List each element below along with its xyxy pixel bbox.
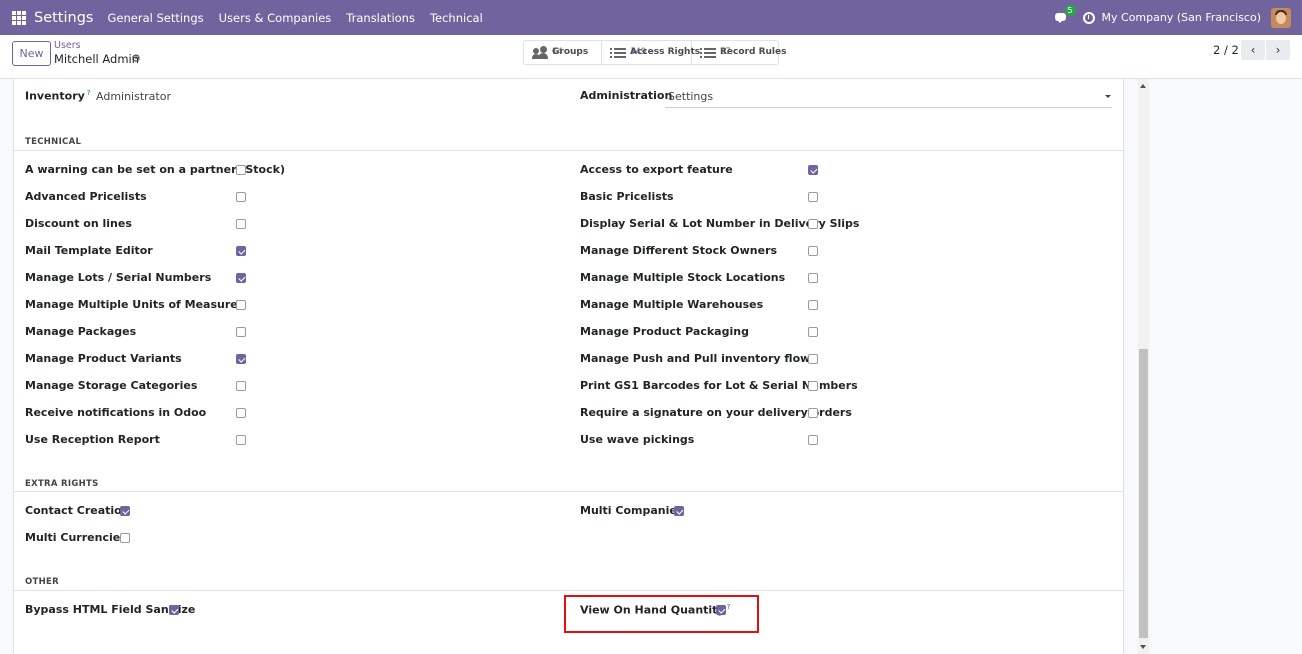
technical-option-checkbox[interactable] <box>236 219 246 229</box>
apps-menu-icon[interactable] <box>12 10 26 25</box>
new-button[interactable]: New <box>12 41 51 66</box>
technical-option-label: Discount on lines <box>25 217 132 230</box>
company-switcher[interactable]: My Company (San Francisco) <box>1102 11 1261 24</box>
smart-buttons: Groups 14 Access Rights 349 Record Rules… <box>523 40 786 65</box>
technical-option-label: Manage Product Variants <box>25 352 182 365</box>
technical-option-checkbox[interactable] <box>236 192 246 202</box>
technical-option-checkbox[interactable] <box>808 354 818 364</box>
messages-badge: 5 <box>1064 4 1076 16</box>
technical-option-checkbox[interactable] <box>808 273 818 283</box>
technical-option-checkbox[interactable] <box>236 354 246 364</box>
help-tooltip-icon[interactable]: ? <box>87 89 91 97</box>
technical-option-label: Manage Packages <box>25 325 137 338</box>
menu-users-companies[interactable]: Users & Companies <box>219 11 332 25</box>
scroll-down-arrow-icon[interactable] <box>1140 645 1146 649</box>
menu-technical[interactable]: Technical <box>430 11 483 25</box>
record-rules-smart-button[interactable]: Record Rules 37 <box>692 41 786 64</box>
technical-option-label: Manage Multiple Stock Locations <box>580 271 786 284</box>
technical-option-label: Manage Storage Categories <box>25 379 198 392</box>
technical-option-checkbox[interactable] <box>236 435 246 445</box>
technical-option-checkbox[interactable] <box>808 219 818 229</box>
users-icon <box>532 45 548 60</box>
smart-button-label: Record Rules <box>720 47 787 57</box>
technical-option-checkbox[interactable] <box>236 408 246 418</box>
technical-option-checkbox[interactable] <box>808 327 818 337</box>
multi-currencies-checkbox[interactable] <box>120 533 130 543</box>
technical-option-label: Mail Template Editor <box>25 244 153 257</box>
section-technical-title: TECHNICAL <box>25 137 82 147</box>
technical-option-label: Manage Multiple Units of Measure <box>25 298 238 311</box>
technical-option-label: Use wave pickings <box>580 433 695 446</box>
technical-option-label: Manage Multiple Warehouses <box>580 298 764 311</box>
technical-option-checkbox[interactable] <box>236 273 246 283</box>
technical-option-checkbox[interactable] <box>808 381 818 391</box>
menu-general-settings[interactable]: General Settings <box>107 11 203 25</box>
activity-clock-icon[interactable] <box>1082 11 1095 24</box>
multi-currencies-label: Multi Currencies <box>25 531 127 544</box>
technical-option-checkbox[interactable] <box>808 408 818 418</box>
technical-option-checkbox[interactable] <box>236 165 246 175</box>
user-avatar[interactable] <box>1271 7 1291 28</box>
technical-option-label: Manage Lots / Serial Numbers <box>25 271 212 284</box>
multi-companies-label: Multi Companies <box>580 504 684 517</box>
contact-creation-label: Contact Creation <box>25 504 130 517</box>
smart-button-label: Access Rights <box>630 47 701 57</box>
smart-button-label: Groups <box>552 47 589 57</box>
chevron-left-icon: ‹ <box>1250 43 1256 57</box>
chevron-right-icon: › <box>1275 43 1281 57</box>
section-other-title: OTHER <box>25 577 59 587</box>
technical-option-checkbox[interactable] <box>236 300 246 310</box>
breadcrumb-parent[interactable]: Users <box>54 40 81 51</box>
groups-smart-button[interactable]: Groups 14 <box>524 41 602 64</box>
menu-translations[interactable]: Translations <box>346 11 415 25</box>
technical-option-checkbox[interactable] <box>236 327 246 337</box>
messages-icon[interactable]: 5 <box>1054 4 1076 25</box>
vertical-scrollbar[interactable] <box>1138 79 1149 654</box>
list-icon <box>700 46 716 60</box>
technical-option-checkbox[interactable] <box>808 300 818 310</box>
inventory-label: Inventory? <box>25 89 91 103</box>
technical-option-checkbox[interactable] <box>236 246 246 256</box>
pager-previous-button[interactable]: ‹ <box>1241 40 1265 60</box>
technical-option-label: Basic Pricelists <box>580 190 674 203</box>
pager-next-button[interactable]: › <box>1266 40 1290 60</box>
inventory-value[interactable]: Administrator <box>96 90 171 103</box>
technical-option-label: Manage Different Stock Owners <box>580 244 778 257</box>
technical-option-checkbox[interactable] <box>808 246 818 256</box>
divider <box>13 590 1124 591</box>
gear-icon[interactable]: ⚙ <box>131 53 141 64</box>
pager-value[interactable]: 2 / 2 <box>1213 43 1239 57</box>
app-name[interactable]: Settings <box>34 10 93 26</box>
administration-label: Administration <box>580 89 673 102</box>
section-extra-rights-title: EXTRA RIGHTS <box>25 479 99 489</box>
control-panel: New Users Mitchell Admin ⚙ Groups 14 Acc… <box>0 35 1302 79</box>
scroll-thumb[interactable] <box>1139 349 1148 638</box>
technical-option-label: Receive notifications in Odoo <box>25 406 207 419</box>
top-navbar: Settings General Settings Users & Compan… <box>0 0 1302 35</box>
highlight-box <box>564 595 759 633</box>
technical-option-label: Manage Push and Pull inventory flows <box>580 352 817 365</box>
bypass-html-checkbox[interactable] <box>169 605 179 615</box>
technical-option-checkbox[interactable] <box>236 381 246 391</box>
access-rights-smart-button[interactable]: Access Rights 349 <box>602 41 700 64</box>
technical-option-label: Advanced Pricelists <box>25 190 147 203</box>
technical-option-checkbox[interactable] <box>808 435 818 445</box>
breadcrumb-current: Mitchell Admin <box>54 52 140 66</box>
divider <box>13 150 1124 151</box>
technical-option-checkbox[interactable] <box>808 192 818 202</box>
divider <box>13 491 1124 492</box>
technical-option-label: Manage Product Packaging <box>580 325 749 338</box>
technical-option-label: Use Reception Report <box>25 433 160 446</box>
administration-select[interactable]: Settings <box>668 90 713 103</box>
scroll-up-arrow-icon[interactable] <box>1140 84 1146 88</box>
multi-companies-checkbox[interactable] <box>674 506 684 516</box>
administration-select-underline <box>665 107 1112 108</box>
list-icon <box>610 46 626 60</box>
technical-option-checkbox[interactable] <box>808 165 818 175</box>
caret-down-icon[interactable] <box>1105 95 1111 98</box>
technical-option-label: Access to export feature <box>580 163 733 176</box>
contact-creation-checkbox[interactable] <box>120 506 130 516</box>
